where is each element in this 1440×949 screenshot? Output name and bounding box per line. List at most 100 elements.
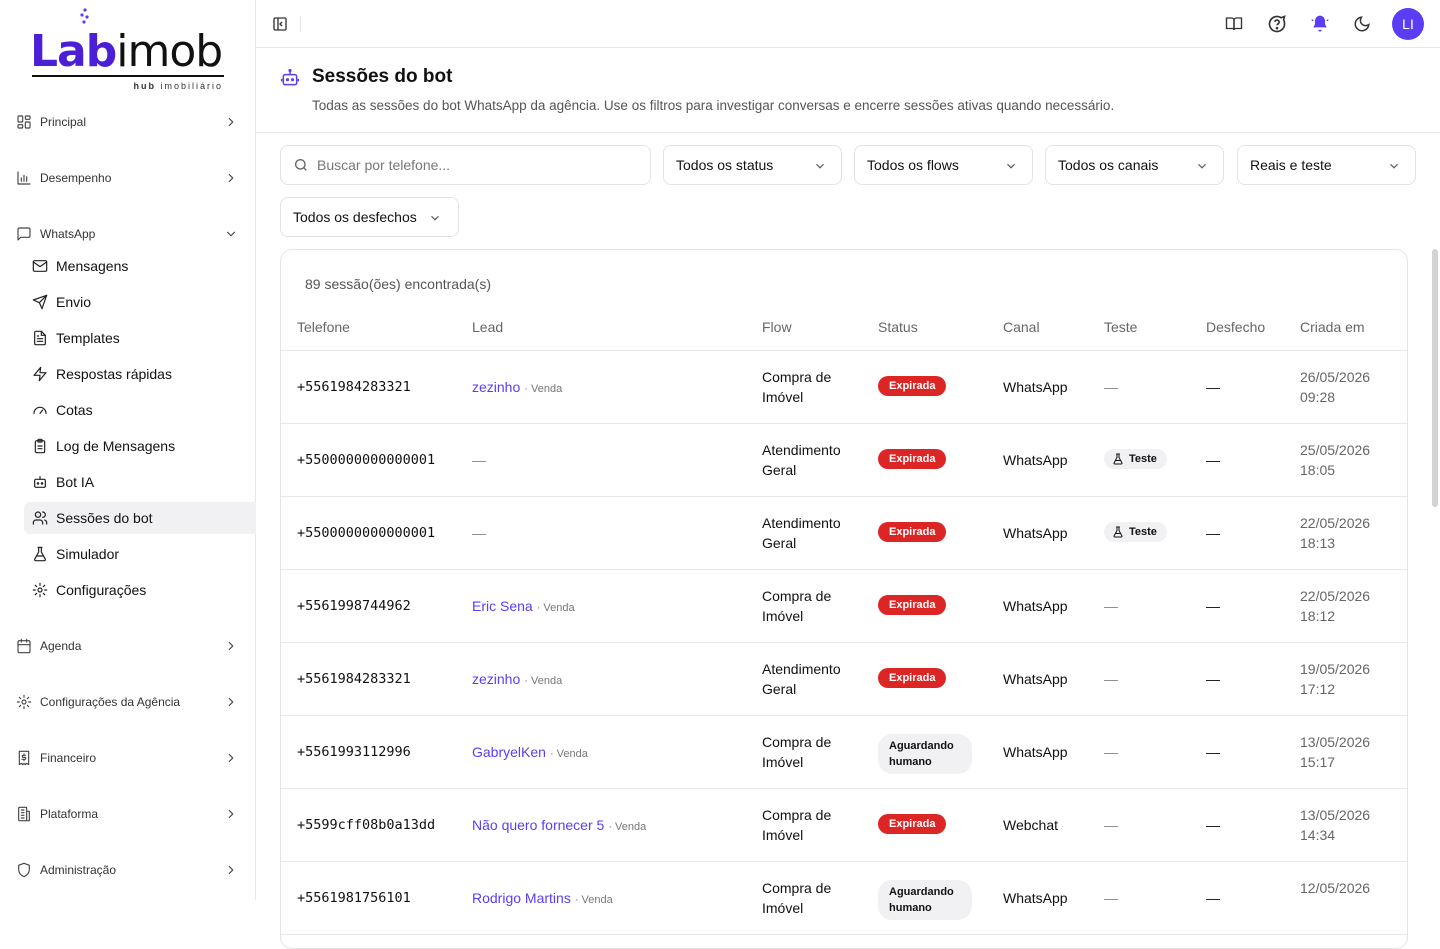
table-row[interactable]: +5561984283321 zezinho · Venda Compra de Im… <box>281 351 1407 424</box>
sidebar-group-plataforma[interactable]: Plataforma <box>16 802 242 826</box>
chevron-right-icon <box>228 117 234 127</box>
lead-type: · Venda <box>574 894 613 906</box>
col-criada-em: Criada em <box>1300 319 1365 335</box>
sidebar-group-label: Financeiro <box>40 751 97 765</box>
test-cell: — <box>1104 744 1118 760</box>
theme-toggle-button[interactable] <box>1350 12 1374 36</box>
sidebar-group-desempenho[interactable]: Desempenho <box>16 166 242 190</box>
status-filter-select[interactable]: Todos os status <box>663 145 842 185</box>
status-badge: Aguardando humano <box>878 880 972 920</box>
gauge-icon <box>33 406 47 414</box>
mode-filter-value: Reais e teste <box>1250 157 1332 173</box>
test-cell: — <box>1104 671 1118 687</box>
flow-cell: Atendimento Geral <box>762 442 841 478</box>
bot-icon <box>280 68 300 86</box>
channel-cell: Webchat <box>1003 817 1058 833</box>
outcome-filter-select[interactable]: Todos os desfechos <box>280 197 459 237</box>
channel-filter-select[interactable]: Todos os canais <box>1045 145 1224 185</box>
sidebar-group-whatsapp[interactable]: WhatsApp <box>16 222 242 246</box>
sidebar-item-respostas-rapidas[interactable]: Respostas rápidas <box>24 358 256 390</box>
table-row[interactable]: +5500000000000001 — Atendimento Geral Expir… <box>281 497 1407 570</box>
sidebar-group-label: Administração <box>40 863 117 877</box>
chevron-down-icon <box>431 215 439 221</box>
sidebar-item-simulador[interactable]: Simulador <box>24 538 256 570</box>
sidebar-item-configuracoes[interactable]: Configurações <box>24 574 256 606</box>
channel-cell: WhatsApp <box>1003 525 1068 541</box>
sidebar-group-agenda[interactable]: Agenda <box>16 634 242 658</box>
col-desfecho: Desfecho <box>1206 319 1266 335</box>
table-row[interactable]: +5561993112996 GabryelKen · Venda Compra de… <box>281 716 1407 789</box>
user-avatar[interactable]: LI <box>1392 8 1424 40</box>
topbar-divider <box>300 16 301 32</box>
flow-filter-value: Todos os flows <box>867 157 959 173</box>
lead-link[interactable]: zezinho <box>472 671 520 687</box>
outcome-cell: — <box>1206 598 1220 614</box>
flask-icon <box>1113 453 1123 465</box>
table-row[interactable]: +5500000000000001 — Atendimento Geral Expir… <box>281 424 1407 497</box>
lead-empty: — <box>472 452 486 468</box>
chevron-right-icon <box>228 697 234 707</box>
sidebar-item-label: Templates <box>56 330 120 346</box>
status-cell: Expirada <box>878 424 947 469</box>
status-badge: Aguardando humano <box>878 734 972 774</box>
table-row[interactable]: +5599cff08b0a13dd Não quero fornecer 5 · V… <box>281 789 1407 862</box>
sidebar-item-bot-ia[interactable]: Bot IA <box>24 466 256 498</box>
sidebar-item-templates[interactable]: Templates <box>24 322 256 354</box>
outcome-cell: — <box>1206 452 1220 468</box>
phone-cell: +5500000000000001 <box>297 525 436 541</box>
mode-filter-select[interactable]: Reais e teste <box>1237 145 1416 185</box>
sidebar-item-log-de-mensagens[interactable]: Log de Mensagens <box>24 430 256 462</box>
sidebar-group-label: Principal <box>40 115 87 129</box>
test-badge-label: Teste <box>1129 526 1157 538</box>
page-scrollbar[interactable] <box>1432 249 1438 507</box>
created-at-cell: 22/05/2026 18:12 <box>1300 588 1371 624</box>
lead-type: · Venda <box>536 602 575 614</box>
status-filter-value: Todos os status <box>676 157 774 173</box>
receipt-icon <box>18 750 30 766</box>
table-row[interactable]: +5561981756101 Rodrigo Martins · Venda Comp… <box>281 862 1407 935</box>
lead-cell: Rodrigo Martins · Venda <box>472 890 613 906</box>
notifications-button[interactable] <box>1308 12 1332 36</box>
sidebar-item-sessoes-do-bot[interactable]: Sessões do bot <box>24 502 256 534</box>
lead-cell: zezinho · Venda <box>472 379 562 395</box>
sidebar-group-administracao[interactable]: Administração <box>16 858 242 882</box>
sidebar-group-financeiro[interactable]: Financeiro <box>16 746 242 770</box>
help-button[interactable] <box>1265 12 1289 36</box>
status-cell: Aguardando humano <box>878 716 972 774</box>
search-input[interactable]: Buscar por telefone... <box>280 145 651 185</box>
lead-link[interactable]: zezinho <box>472 379 520 395</box>
sidebar: Labimob hub imobiliário Principal Desempe… <box>0 0 256 900</box>
lead-link[interactable]: GabryelKen <box>472 744 546 760</box>
lead-type: · Venda <box>524 675 563 687</box>
channel-cell: WhatsApp <box>1003 379 1068 395</box>
search-placeholder: Buscar por telefone... <box>317 157 451 173</box>
sidebar-item-mensagens[interactable]: Mensagens <box>24 250 256 282</box>
logo-dots-icon <box>80 8 89 24</box>
sidebar-group-configuracoes-da-agencia[interactable]: Configurações da Agência <box>16 690 242 714</box>
flow-cell: Compra de Imóvel <box>762 880 832 916</box>
lead-link[interactable]: Rodrigo Martins <box>472 890 571 906</box>
status-badge: Expirada <box>878 668 947 688</box>
calendar-icon <box>17 638 31 654</box>
sidebar-item-envio[interactable]: Envio <box>24 286 256 318</box>
table-row[interactable]: +5561984283321 zezinho · Venda Atendimento … <box>281 643 1407 716</box>
table-row[interactable]: +5561998744962 Eric Sena · Venda Compra de … <box>281 570 1407 643</box>
sidebar-group-principal[interactable]: Principal <box>16 110 242 134</box>
status-cell: Aguardando humano <box>878 862 972 920</box>
created-at-cell: 25/05/2026 18:05 <box>1300 442 1371 478</box>
outcome-cell: — <box>1206 817 1220 833</box>
docs-button[interactable] <box>1222 12 1246 36</box>
send-icon <box>32 294 48 310</box>
lead-link[interactable]: Não quero fornecer 5 <box>472 817 604 833</box>
test-cell: — <box>1104 817 1118 833</box>
logo-tagline: hub imobiliário <box>133 81 223 91</box>
lead-cell: Eric Sena · Venda <box>472 598 575 614</box>
status-cell: Expirada <box>878 570 947 615</box>
lead-type: · Venda <box>549 748 588 760</box>
test-badge-label: Teste <box>1129 453 1157 465</box>
flow-filter-select[interactable]: Todos os flows <box>854 145 1033 185</box>
lead-link[interactable]: Eric Sena <box>472 598 533 614</box>
sidebar-item-cotas[interactable]: Cotas <box>24 394 256 426</box>
brand-logo[interactable]: Labimob hub imobiliário <box>30 8 226 92</box>
toggle-sidebar-button[interactable] <box>268 12 292 36</box>
